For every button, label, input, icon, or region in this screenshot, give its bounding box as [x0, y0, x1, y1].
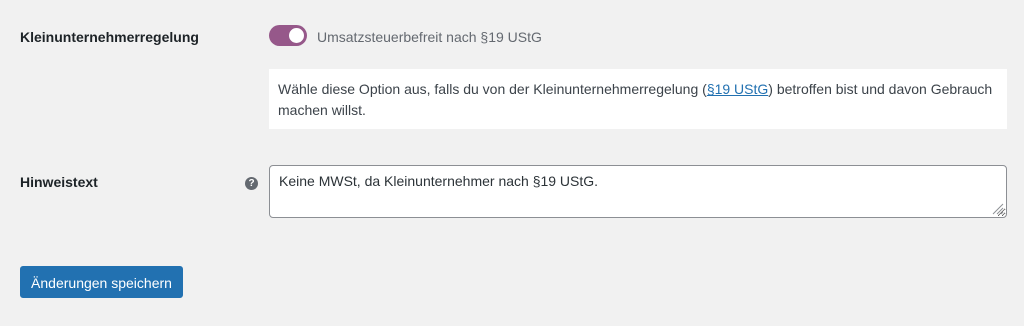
- ustg-link[interactable]: §19 UStG: [707, 81, 768, 97]
- kleinunternehmer-description: Wähle diese Option aus, falls du von der…: [269, 69, 1007, 129]
- toggle-knob: [289, 28, 304, 43]
- question-circle-icon[interactable]: ?: [245, 177, 258, 190]
- kleinunternehmer-toggle[interactable]: [269, 25, 307, 46]
- hinweistext-label: Hinweistext: [20, 174, 98, 190]
- description-text-before: Wähle diese Option aus, falls du von der…: [278, 81, 707, 97]
- kleinunternehmer-label: Kleinunternehmerregelung: [20, 29, 199, 45]
- hinweistext-textarea[interactable]: [269, 165, 1007, 218]
- toggle-label: Umsatzsteuerbefreit nach §19 UStG: [317, 29, 542, 45]
- save-button[interactable]: Änderungen speichern: [20, 266, 183, 298]
- settings-page: Kleinunternehmerregelung Umsatzsteuerbef…: [0, 0, 1024, 326]
